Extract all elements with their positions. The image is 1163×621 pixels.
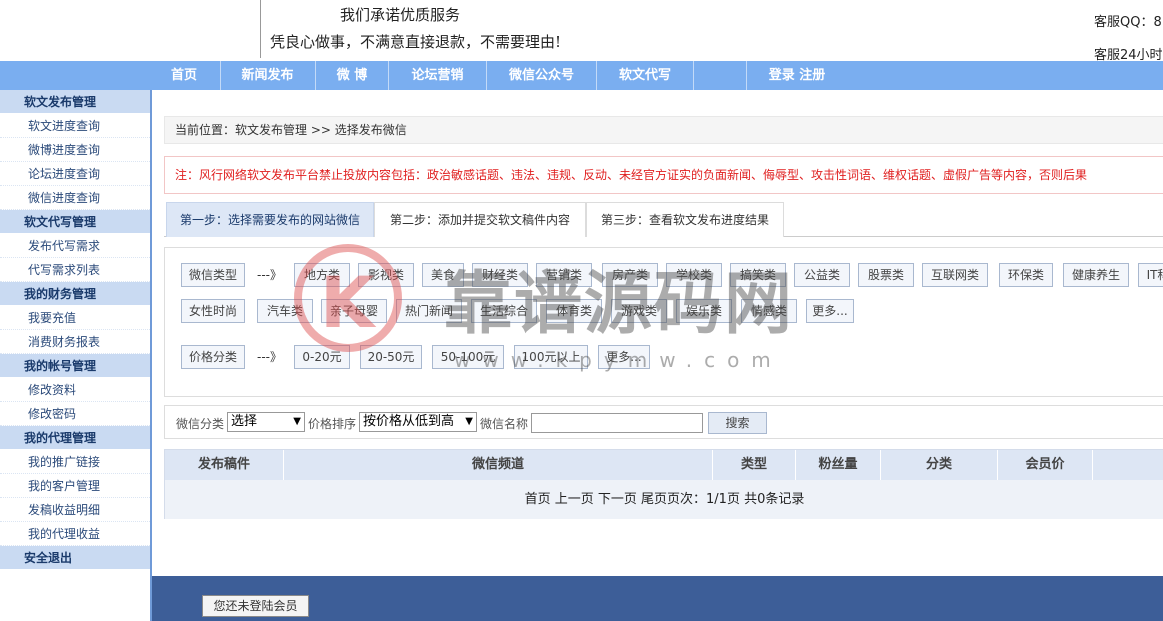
- filter-type-local[interactable]: 地方类: [294, 263, 350, 287]
- column-post-article: 发布稿件: [197, 457, 250, 472]
- tab-step-3[interactable]: 第三步：查看软文发布进度结果: [586, 202, 784, 237]
- filter-panel: 微信类型 ---》 地方类 影视类 美食 财经类 营销类 房产类 学校类 搞笑类…: [164, 247, 1163, 397]
- nav-news-release[interactable]: 新闻发布: [221, 61, 314, 90]
- search-sort-value: 按价格从低到高: [363, 414, 455, 429]
- tab-step-1[interactable]: 第一步：选择需要发布的网站微信: [166, 202, 374, 237]
- content-notice: 注：风行网络软文发布平台禁止投放内容包括：政治敏感话题、违法、违规、反动、未经官…: [164, 156, 1163, 194]
- filter-type-funny[interactable]: 搞笑类: [730, 263, 786, 287]
- column-wechat-channel: 微信频道: [471, 457, 524, 472]
- results-table: 发布稿件 微信频道 类型 粉丝量 分类 会员价 首页 上一页 下一页 尾页页次：…: [164, 449, 1163, 519]
- filter-type-it[interactable]: IT科: [1138, 263, 1163, 287]
- banner-divider: [260, 0, 261, 58]
- filter-arrow: ---》: [257, 268, 282, 282]
- filter-type-food[interactable]: 美食: [422, 263, 464, 287]
- search-category-label: 微信分类: [176, 417, 225, 431]
- search-bar: 微信分类 选择 ▼ 价格排序 按价格从低到高 ▼ 微信名称 搜索: [164, 405, 1163, 439]
- column-member-price: 会员价: [1025, 457, 1065, 472]
- filter-price-50-100[interactable]: 50-100元: [432, 345, 504, 369]
- filter-type-emotion[interactable]: 情感类: [741, 299, 797, 323]
- filter-type-stock[interactable]: 股票类: [858, 263, 914, 287]
- step-tabs: 第一步：选择需要发布的网站微信 第二步：添加并提交软文稿件内容 第三步：查看软文…: [164, 202, 1163, 237]
- sidebar: 软文发布管理 软文进度查询 微博进度查询 论坛进度查询 微信进度查询 软文代写管…: [0, 90, 152, 621]
- nav-wechat-official[interactable]: 微信公众号: [487, 61, 596, 90]
- nav-home[interactable]: 首页: [148, 61, 220, 90]
- filter-type-lifestyle[interactable]: 生活综合: [471, 299, 537, 323]
- filter-type-marketing[interactable]: 营销类: [536, 263, 592, 287]
- table-pager[interactable]: 首页 上一页 下一页 尾页页次：1/1页 共0条记录: [165, 480, 1163, 519]
- sidebar-item-wechat-progress[interactable]: 微信进度查询: [0, 186, 150, 210]
- sidebar-item-forum-progress[interactable]: 论坛进度查询: [0, 162, 150, 186]
- nav-forum-marketing[interactable]: 论坛营销: [389, 61, 486, 90]
- customer-service-qq: 客服QQ：8: [1094, 15, 1162, 30]
- sidebar-item-promo-link[interactable]: 我的推广链接: [0, 450, 150, 474]
- sidebar-item-article-progress[interactable]: 软文进度查询: [0, 114, 150, 138]
- sidebar-item-recharge[interactable]: 我要充值: [0, 306, 150, 330]
- filter-type-environment[interactable]: 环保类: [999, 263, 1053, 287]
- sidebar-item-customers[interactable]: 我的客户管理: [0, 474, 150, 498]
- filter-price-arrow: ---》: [257, 350, 282, 364]
- sidebar-item-weibo-progress[interactable]: 微博进度查询: [0, 138, 150, 162]
- footer-bar: 您还未登陆会员: [152, 576, 1163, 621]
- filter-type-realestate[interactable]: 房产类: [602, 263, 658, 287]
- sidebar-group-agent[interactable]: 我的代理管理: [0, 426, 150, 450]
- filter-type-entertainment[interactable]: 娱乐类: [676, 299, 732, 323]
- filter-price-20-50[interactable]: 20-50元: [360, 345, 422, 369]
- filter-price-more[interactable]: 更多...: [598, 345, 650, 369]
- filter-type-health[interactable]: 健康养生: [1063, 263, 1129, 287]
- filter-type-film[interactable]: 影视类: [358, 263, 414, 287]
- filter-type-sports[interactable]: 体育类: [546, 299, 602, 323]
- main-nav: 首页 新闻发布 微 博 论坛营销 微信公众号 软文代写 登录 注册: [0, 61, 1163, 90]
- sidebar-group-writing[interactable]: 软文代写管理: [0, 210, 150, 234]
- sidebar-group-article-release[interactable]: 软文发布管理: [0, 90, 150, 114]
- sidebar-item-finance-report[interactable]: 消费财务报表: [0, 330, 150, 354]
- search-category-select[interactable]: 选择 ▼: [227, 412, 305, 432]
- filter-type-label: 微信类型: [181, 263, 245, 287]
- filter-type-hot-news[interactable]: 热门新闻: [396, 299, 462, 323]
- filter-type-parenting[interactable]: 亲子母婴: [321, 299, 387, 323]
- column-type: 类型: [740, 457, 767, 472]
- sidebar-group-finance[interactable]: 我的财务管理: [0, 282, 150, 306]
- search-sort-label: 价格排序: [308, 417, 357, 431]
- tab-step-2[interactable]: 第二步：添加并提交软文稿件内容: [374, 202, 586, 237]
- filter-type-internet[interactable]: 互联网类: [922, 263, 988, 287]
- sidebar-item-edit-profile[interactable]: 修改资料: [0, 378, 150, 402]
- filter-type-auto[interactable]: 汽车类: [257, 299, 313, 323]
- breadcrumb: 当前位置：软文发布管理 >> 选择发布微信: [164, 116, 1163, 144]
- chevron-down-icon: ▼: [465, 416, 473, 427]
- filter-price-100-plus[interactable]: 100元以上: [514, 345, 588, 369]
- chevron-down-icon: ▼: [293, 416, 301, 427]
- not-logged-in-button[interactable]: 您还未登陆会员: [202, 595, 309, 617]
- search-category-value: 选择: [231, 414, 258, 429]
- search-name-input[interactable]: [531, 413, 703, 433]
- filter-type-charity[interactable]: 公益类: [794, 263, 850, 287]
- slogan-line1: 我们承诺优质服务: [340, 6, 461, 24]
- sidebar-item-change-password[interactable]: 修改密码: [0, 402, 150, 426]
- filter-type-fashion[interactable]: 女性时尚: [181, 299, 245, 323]
- search-name-label: 微信名称: [480, 417, 529, 431]
- slogan-line2: 凭良心做事，不满意直接退款，不需要理由!: [270, 33, 562, 51]
- filter-price-0-20[interactable]: 0-20元: [294, 345, 350, 369]
- sidebar-logout[interactable]: 安全退出: [0, 546, 150, 570]
- nav-login-register[interactable]: 登录 注册: [747, 61, 847, 90]
- filter-type-games[interactable]: 游戏类: [611, 299, 667, 323]
- sidebar-item-post-earnings[interactable]: 发稿收益明细: [0, 498, 150, 522]
- column-category: 分类: [925, 457, 952, 472]
- top-banner: 我们承诺优质服务 凭良心做事，不满意直接退款，不需要理由! 客服QQ：8 客服2…: [0, 0, 1163, 63]
- sidebar-item-agent-earnings[interactable]: 我的代理收益: [0, 522, 150, 546]
- search-sort-select[interactable]: 按价格从低到高 ▼: [359, 412, 477, 432]
- search-button[interactable]: 搜索: [708, 412, 767, 434]
- filter-type-school[interactable]: 学校类: [666, 263, 722, 287]
- column-fans: 粉丝量: [818, 457, 858, 472]
- nav-weibo[interactable]: 微 博: [316, 61, 388, 90]
- sidebar-group-account[interactable]: 我的帐号管理: [0, 354, 150, 378]
- sidebar-item-post-writing-request[interactable]: 发布代写需求: [0, 234, 150, 258]
- nav-empty: [694, 61, 746, 90]
- column-separator: [1092, 450, 1093, 480]
- table-header: 发布稿件 微信频道 类型 粉丝量 分类 会员价: [165, 450, 1163, 480]
- nav-article-writing[interactable]: 软文代写: [597, 61, 693, 90]
- sidebar-item-writing-request-list[interactable]: 代写需求列表: [0, 258, 150, 282]
- filter-type-more[interactable]: 更多...: [806, 299, 854, 323]
- filter-price-label: 价格分类: [181, 345, 245, 369]
- filter-type-finance[interactable]: 财经类: [472, 263, 528, 287]
